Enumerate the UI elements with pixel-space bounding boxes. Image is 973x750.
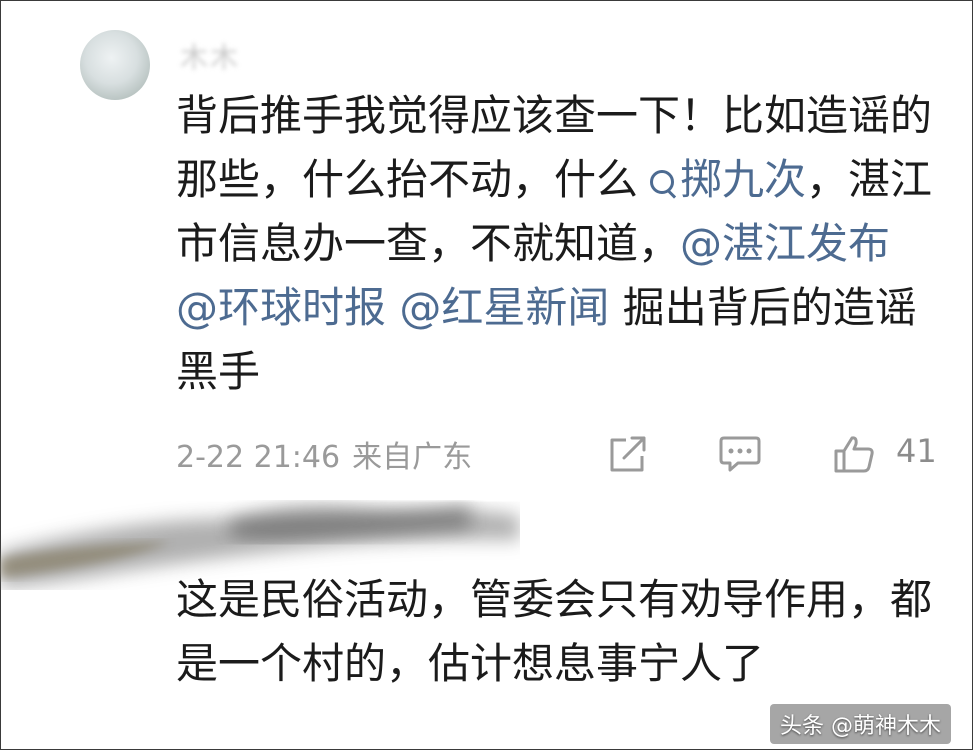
watermark: 头条 @萌神木木 <box>770 704 951 744</box>
like-button[interactable] <box>832 434 876 474</box>
timestamp: 2-22 21:46 <box>176 440 341 475</box>
share-button[interactable] <box>606 434 650 474</box>
share-icon <box>610 436 646 472</box>
search-link[interactable]: 掷九次 <box>680 155 806 204</box>
comment-button[interactable] <box>718 434 762 474</box>
comment-text: 背后推手我觉得应该查一下！比如造谣的那些，什么抬不动，什么 掷九次，湛江市信息办一… <box>176 84 936 404</box>
avatar[interactable] <box>80 30 150 100</box>
comment-icon <box>719 436 761 472</box>
like-count: 41 <box>896 432 937 470</box>
like-icon <box>834 436 874 473</box>
username[interactable]: 木木 <box>180 36 240 76</box>
mention-link[interactable]: @环球时报 <box>176 283 386 332</box>
comment-meta: 2-22 21:46 来自广东 <box>176 432 472 476</box>
comment-text: 这是民俗活动，管委会只有劝导作用，都是一个村的，估计想息事宁人了 <box>176 575 933 688</box>
mention-link[interactable]: @红星新闻 <box>399 283 609 332</box>
mention-link[interactable]: @湛江发布 <box>680 219 890 268</box>
location: 来自广东 <box>352 440 473 475</box>
search-icon <box>648 168 676 196</box>
